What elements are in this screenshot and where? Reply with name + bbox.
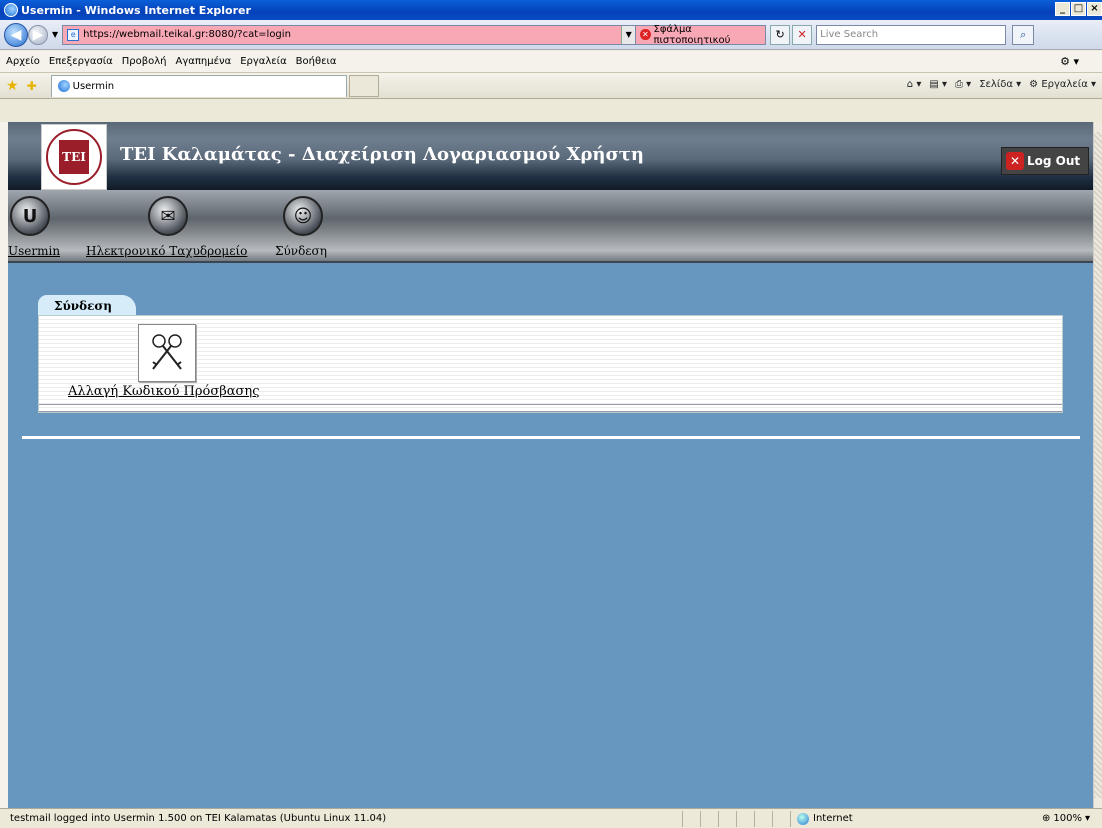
category-tab-login[interactable]: Σύνδεση [38,295,136,317]
page-menu[interactable]: Σελίδα ▾ [979,79,1021,90]
menu-item-file[interactable]: Αρχείο [6,56,40,67]
change-password-link[interactable]: Αλλαγή Κωδικού Πρόσβασης [68,384,259,399]
favorites-star-icon[interactable]: ★ [6,78,19,94]
globe-icon [797,812,809,825]
logout-icon: ✕ [1006,152,1024,170]
refresh-button[interactable]: ↻ [770,24,791,45]
status-segment [718,810,736,827]
stop-button[interactable]: ✕ [792,24,813,45]
scrollbar-thumb[interactable] [1094,132,1102,798]
error-icon: ✕ [640,29,651,40]
close-button[interactable]: × [1087,2,1102,16]
nav-item-mail[interactable]: ✉ Ηλεκτρονικό Ταχυδρομείο [86,196,247,258]
print-icon[interactable]: ⎙ ▾ [955,79,971,90]
menu-bar: Αρχείο Επεξεργασία Προβολή Αγαπημένα Εργ… [0,51,1102,73]
back-button[interactable]: ◀ [4,22,28,47]
tab-favicon [57,80,70,92]
mail-icon[interactable]: ✉ [148,196,188,236]
status-segment [772,810,790,827]
usermin-icon[interactable]: U [10,196,50,236]
status-bar: testmail logged into Usermin 1.500 on TE… [0,808,1102,828]
page-title: ΤΕΙ Καλαμάτας - Διαχείριση Λογαριασμού Χ… [120,144,644,165]
address-bar: ◀ ▶ ▼ e https://webmail.teikal.gr:8080/?… [0,20,1102,50]
search-icon[interactable]: ⌕ [1012,24,1035,45]
tools-menu-label: Εργαλεία [1041,79,1088,90]
nav-label-usermin[interactable]: Usermin [8,244,60,258]
logo-seal: ΤΕΙ [46,129,102,185]
certificate-error-button[interactable]: ✕ Σφάλμα πιστοποιητικού [636,23,767,46]
menu-item-view[interactable]: Προβολή [122,56,167,67]
status-text: testmail logged into Usermin 1.500 on TE… [10,813,387,824]
module-panel: Αλλαγή Κωδικού Πρόσβασης [38,315,1063,413]
tab-usermin[interactable]: Usermin [50,74,347,97]
toolbar-options-icon[interactable]: ⚙ ▾ [1060,55,1079,68]
tei-logo: ΤΕΙ [41,124,107,190]
vertical-scrollbar[interactable] [1093,122,1102,808]
forward-button[interactable]: ▶ [28,24,48,45]
zone-label: Internet [813,813,853,824]
logout-label: Log Out [1027,154,1081,168]
feeds-icon[interactable]: ▤ ▾ [929,79,947,90]
minimize-button[interactable]: _ [1055,2,1070,16]
certificate-error-label: Σφάλμα πιστοποιητικού [653,23,731,46]
nav-item-login[interactable]: ☺ Σύνδεση [275,196,327,258]
new-tab-button[interactable] [348,74,379,97]
tools-menu[interactable]: ⚙ Εργαλεία ▾ [1029,79,1096,90]
menu-item-help[interactable]: Βοήθεια [296,56,337,67]
page-viewport: ΤΕΙ ΤΕΙ Καλαμάτας - Διαχείριση Λογαριασμ… [8,122,1093,808]
page-icon: e [67,28,80,41]
ie-icon [4,3,18,17]
search-input[interactable]: Live Search [816,24,1007,45]
tab-label: Usermin [72,80,115,92]
url-field[interactable]: e https://webmail.teikal.gr:8080/?cat=lo… [62,24,637,45]
status-segment [682,810,700,827]
status-segment [700,810,718,827]
left-frame [0,122,8,808]
zoom-dropdown-icon[interactable]: ▾ [1085,813,1090,824]
add-favorites-icon[interactable]: ✚ [27,79,37,93]
page-divider [22,436,1080,439]
window-titlebar: Usermin - Windows Internet Explorer _ □ … [0,0,1102,20]
home-icon[interactable]: ⌂ ▾ [907,79,922,90]
usermin-header: ΤΕΙ ΤΕΙ Καλαμάτας - Διαχείριση Λογαριασμ… [8,122,1093,190]
page-menu-label: Σελίδα [979,79,1013,90]
nav-label-mail[interactable]: Ηλεκτρονικό Ταχυδρομείο [86,244,247,258]
zoom-level: 100% [1053,813,1082,824]
module-nav: U Usermin ✉ Ηλεκτρονικό Ταχυδρομείο ☺ Σύ… [8,190,1093,263]
nav-item-usermin[interactable]: U Usermin [8,196,60,258]
panel-footer-rule [39,404,1062,412]
keys-icon[interactable] [138,324,196,382]
window-title: Usermin - Windows Internet Explorer [21,3,251,17]
menu-item-edit[interactable]: Επεξεργασία [49,56,113,67]
menu-item-tools[interactable]: Εργαλεία [240,56,286,67]
window-controls: _ □ × [1055,2,1102,16]
zoom-icon: ⊕ [1041,813,1051,824]
logo-emblem: ΤΕΙ [59,140,89,174]
nav-label-login[interactable]: Σύνδεση [275,244,327,258]
login-icon[interactable]: ☺ [283,196,323,236]
status-segment [736,810,754,827]
url-dropdown-icon[interactable]: ▼ [621,25,636,44]
zoom-control[interactable]: ⊕ 100% ▾ [1042,813,1102,824]
command-bar: ⌂ ▾ ▤ ▾ ⎙ ▾ Σελίδα ▾ ⚙ Εργαλεία ▾ [907,79,1096,90]
keys-icon-graphic [152,334,182,370]
menu-item-favorites[interactable]: Αγαπημένα [176,56,232,67]
security-zone[interactable]: Internet [790,810,994,827]
tab-bar: ★ ✚ Usermin ⌂ ▾ ▤ ▾ ⎙ ▾ Σελίδα ▾ ⚙ Εργαλ… [0,73,1102,99]
maximize-button[interactable]: □ [1071,2,1086,16]
logout-button[interactable]: ✕ Log Out [1001,147,1089,175]
url-text: https://webmail.teikal.gr:8080/?cat=logi… [83,29,291,40]
status-segment [754,810,772,827]
history-dropdown-icon[interactable]: ▼ [52,30,58,39]
